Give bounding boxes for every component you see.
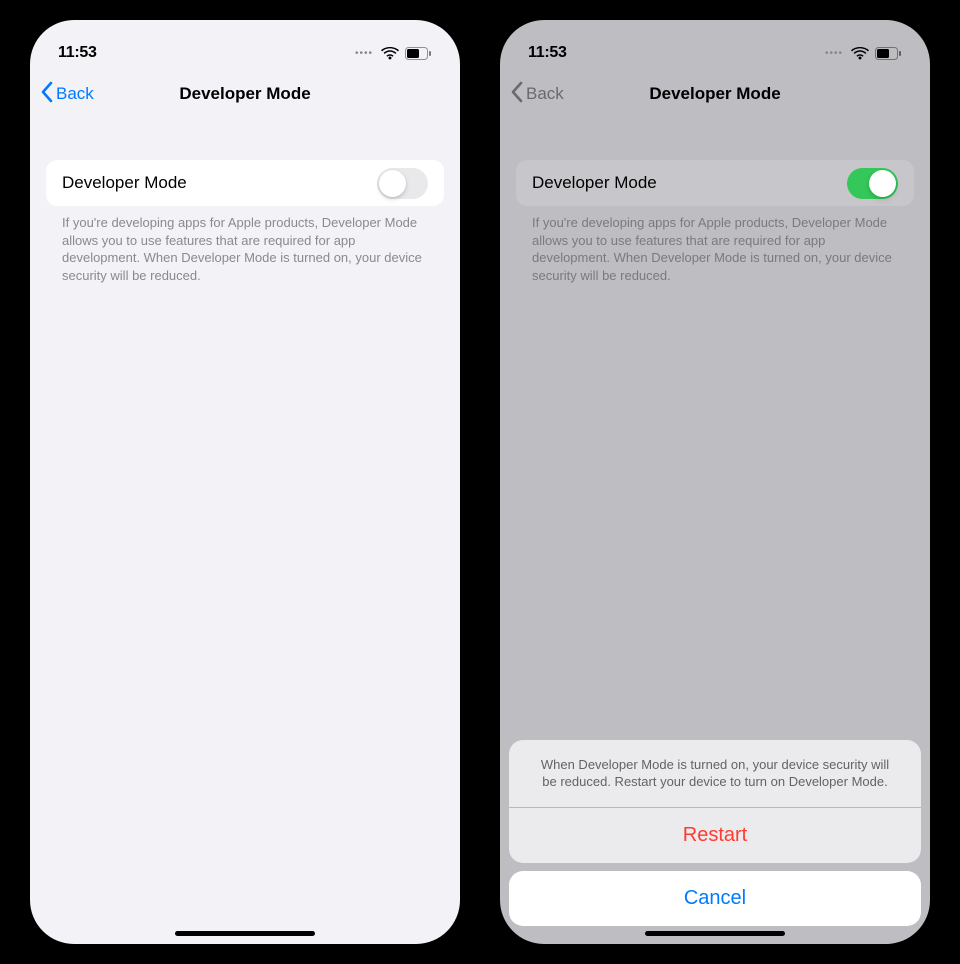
cancel-button[interactable]: Cancel (509, 871, 921, 926)
battery-icon (875, 47, 902, 60)
toggle-knob (869, 170, 896, 197)
cellular-dots-icon: •••• (355, 48, 373, 59)
developer-mode-description: If you're developing apps for Apple prod… (516, 206, 914, 284)
status-time: 11:53 (58, 44, 97, 62)
back-label: Back (56, 84, 94, 104)
developer-mode-label: Developer Mode (532, 173, 657, 193)
home-indicator[interactable] (645, 931, 785, 936)
home-indicator[interactable] (175, 931, 315, 936)
action-sheet-main-group: When Developer Mode is turned on, your d… (509, 740, 921, 863)
developer-mode-label: Developer Mode (62, 173, 187, 193)
nav-bar: Back Developer Mode (30, 72, 460, 116)
back-button[interactable]: Back (40, 81, 94, 108)
back-button[interactable]: Back (510, 81, 564, 108)
content-area: Developer Mode If you're developing apps… (30, 116, 460, 284)
battery-icon (405, 47, 432, 60)
wifi-icon (851, 47, 869, 60)
phone-screen-left: 11:53 •••• Back Developer Mode Developer… (30, 20, 460, 944)
cellular-dots-icon: •••• (825, 48, 843, 59)
nav-bar: Back Developer Mode (500, 72, 930, 116)
action-sheet: When Developer Mode is turned on, your d… (509, 740, 921, 934)
chevron-left-icon (510, 81, 524, 108)
action-sheet-message: When Developer Mode is turned on, your d… (509, 740, 921, 807)
developer-mode-description: If you're developing apps for Apple prod… (46, 206, 444, 284)
status-indicators: •••• (825, 47, 902, 60)
page-title: Developer Mode (500, 84, 930, 104)
action-sheet-cancel-group: Cancel (509, 871, 921, 926)
status-bar: 11:53 •••• (500, 20, 930, 72)
developer-mode-row: Developer Mode (516, 160, 914, 206)
status-bar: 11:53 •••• (30, 20, 460, 72)
back-label: Back (526, 84, 564, 104)
page-title: Developer Mode (30, 84, 460, 104)
restart-button[interactable]: Restart (509, 807, 921, 863)
toggle-knob (379, 170, 406, 197)
status-indicators: •••• (355, 47, 432, 60)
status-time: 11:53 (528, 44, 567, 62)
phone-screen-right: 11:53 •••• Back Developer Mode Developer… (500, 20, 930, 944)
wifi-icon (381, 47, 399, 60)
chevron-left-icon (40, 81, 54, 108)
developer-mode-toggle[interactable] (847, 168, 898, 199)
content-area: Developer Mode If you're developing apps… (500, 116, 930, 284)
developer-mode-toggle[interactable] (377, 168, 428, 199)
developer-mode-row: Developer Mode (46, 160, 444, 206)
